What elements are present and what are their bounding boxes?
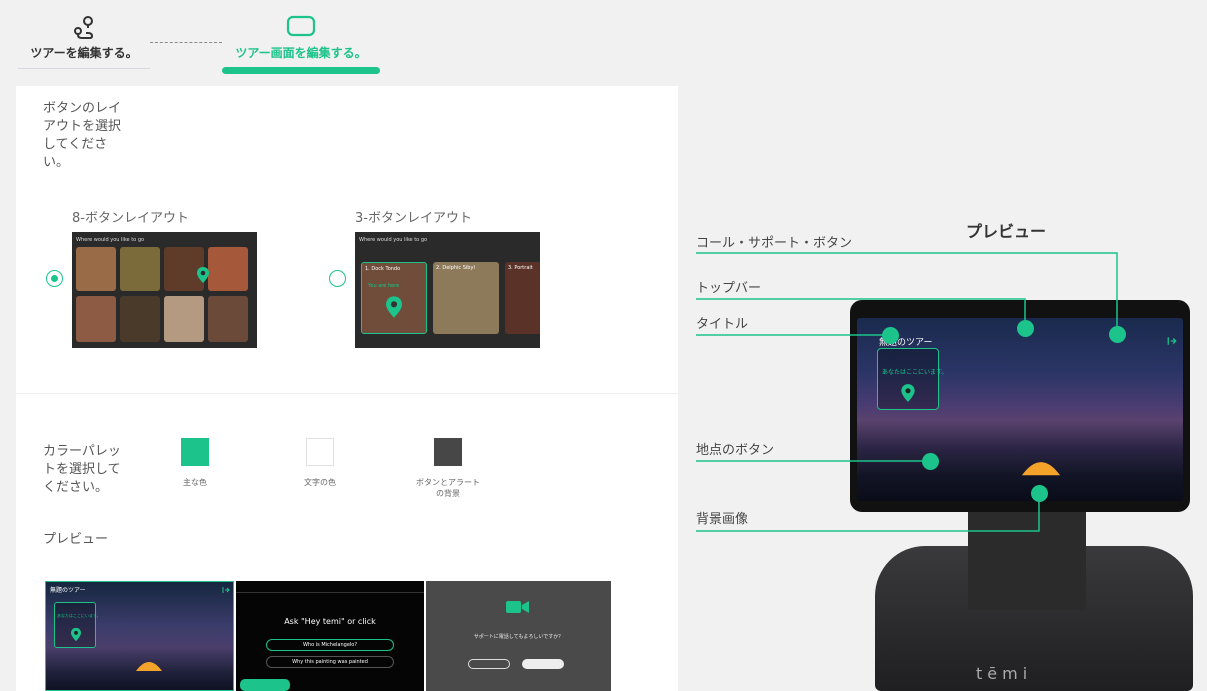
tab-bar: ツアーを編集する。 ツアー画面を編集する。 bbox=[0, 0, 1207, 90]
primary-color-swatch[interactable] bbox=[181, 438, 209, 466]
location-pin-icon bbox=[386, 296, 402, 318]
tent-icon bbox=[1021, 462, 1061, 476]
painting-card bbox=[208, 247, 248, 291]
painting-card bbox=[120, 247, 160, 291]
tab-edit-tour[interactable]: ツアーを編集する。 bbox=[18, 12, 150, 70]
thumbnail-header: Where would you like to go bbox=[359, 237, 428, 243]
callout-top-bar: トップバー bbox=[696, 281, 762, 296]
painting-card bbox=[120, 296, 160, 342]
screen-location-card: あなたはここにいます。 bbox=[877, 348, 947, 410]
layout-8-thumbnail[interactable]: Where would you like to go bbox=[72, 232, 257, 348]
preview-section-title: プレビュー bbox=[43, 532, 109, 547]
video-call-icon bbox=[506, 601, 529, 613]
preview-thumbnail-main[interactable]: 無題のツアー あなたはここにいます。 bbox=[45, 581, 234, 691]
layout-3-radio[interactable] bbox=[329, 270, 346, 287]
exit-icon bbox=[1167, 337, 1177, 345]
painting-card: 3. Portrait bbox=[505, 262, 540, 334]
location-card: あなたはここにいます。 bbox=[54, 602, 101, 648]
layout-8-radio[interactable] bbox=[46, 270, 63, 287]
location-pin-icon bbox=[197, 267, 209, 283]
label-line: の背景 bbox=[436, 489, 460, 498]
callout-location-button: 地点のボタン bbox=[696, 443, 775, 458]
settings-panel: ボタンのレイ アウトを選択 してくださ い。 8-ボタンレイアウト Where … bbox=[16, 86, 678, 691]
robot-screen: 無題のツアー あなたはここにいます。 bbox=[857, 318, 1183, 501]
question-pill[interactable]: Why this painting was painted bbox=[266, 656, 394, 668]
voice-prompt: Ask "Hey temi" or click bbox=[284, 617, 376, 626]
painting-card bbox=[76, 296, 116, 342]
tab-edit-tour-label: ツアーを編集する。 bbox=[30, 46, 138, 60]
layout-title-line: ボタンのレイ bbox=[43, 101, 122, 116]
preview-thumbnail-call[interactable]: サポートに電話してもよろしいですか？ bbox=[426, 581, 611, 691]
text-color-label: 文字の色 bbox=[304, 478, 336, 487]
palette-title-line: トを選択して bbox=[43, 462, 121, 477]
painting-card bbox=[76, 247, 116, 291]
title-marker bbox=[882, 327, 899, 344]
location-pin-icon bbox=[901, 384, 915, 402]
callout-call-support: コール・サポート・ボタン bbox=[696, 236, 853, 251]
card-title: 2. Delphic Sibyl bbox=[436, 265, 475, 271]
question-pill[interactable]: Who is Michelangelo? bbox=[266, 639, 394, 651]
background-color-label: ボタンとアラート の背景 bbox=[398, 477, 498, 499]
exit-icon bbox=[222, 587, 230, 593]
robot-neck bbox=[968, 510, 1086, 610]
preview-tour-title: 無題のツアー bbox=[50, 587, 86, 594]
location-button-marker bbox=[922, 453, 939, 470]
you-are-here-text: あなたはここにいます。 bbox=[882, 369, 948, 376]
palette-title-line: カラーパレッ bbox=[43, 444, 121, 459]
tab-edit-tour-screen[interactable]: ツアー画面を編集する。 bbox=[222, 12, 380, 76]
screen-icon bbox=[286, 15, 316, 37]
call-question: サポートに電話してもよろしいですか？ bbox=[473, 634, 564, 640]
action-chip[interactable] bbox=[240, 679, 290, 691]
section-divider bbox=[16, 393, 678, 394]
card-title: 3. Portrait bbox=[508, 265, 533, 271]
ok-button[interactable] bbox=[522, 659, 564, 669]
layout-title-line: アウトを選択 bbox=[43, 119, 122, 134]
step-connector bbox=[150, 42, 222, 43]
preview-thumbnail-voice[interactable]: Ask "Hey temi" or click Who is Michelang… bbox=[236, 581, 424, 691]
active-tab-indicator bbox=[222, 67, 380, 74]
background-color-swatch[interactable] bbox=[434, 438, 462, 466]
call-support-marker bbox=[1109, 326, 1126, 343]
text-color-swatch[interactable] bbox=[306, 438, 334, 466]
you-are-here-text: あなたはここにいます。 bbox=[57, 613, 101, 618]
thumbnail-header: Where would you like to go bbox=[76, 237, 145, 243]
primary-color-label: 主な色 bbox=[183, 478, 207, 487]
painting-card-selected: 1. Dock Tondo You are here bbox=[361, 262, 427, 334]
painting-card: 2. Delphic Sibyl bbox=[433, 262, 499, 334]
layout-3-label: 3-ボタンレイアウト bbox=[355, 211, 472, 226]
device-preview-title: プレビュー bbox=[966, 222, 1047, 241]
route-icon bbox=[74, 16, 94, 39]
location-pin-icon bbox=[71, 627, 81, 642]
label-line: ボタンとアラート bbox=[416, 478, 480, 487]
you-are-here-text: You are here bbox=[368, 283, 400, 289]
layout-title-line: してくださ bbox=[43, 137, 108, 152]
palette-section-title: カラーパレッ トを選択して ください。 bbox=[43, 443, 138, 497]
tab-edit-tour-screen-label: ツアー画面を編集する。 bbox=[235, 46, 367, 60]
layout-section-title: ボタンのレイ アウトを選択 してくださ い。 bbox=[43, 100, 138, 172]
cancel-button[interactable] bbox=[468, 659, 510, 669]
layout-title-line: い。 bbox=[43, 155, 70, 170]
tab-line bbox=[18, 68, 150, 69]
callout-background-image: 背景画像 bbox=[696, 512, 749, 527]
top-bar-marker bbox=[1017, 320, 1034, 337]
mini-top-bar bbox=[236, 581, 424, 593]
painting-card bbox=[164, 296, 204, 342]
painting-card bbox=[208, 296, 248, 342]
temi-logo: tēmi bbox=[976, 664, 1033, 683]
layout-8-label: 8-ボタンレイアウト bbox=[72, 211, 189, 226]
layout-3-thumbnail[interactable]: Where would you like to go 1. Dock Tondo… bbox=[355, 232, 540, 348]
palette-title-line: ください。 bbox=[43, 480, 109, 495]
callout-title: タイトル bbox=[696, 317, 749, 332]
card-title: 1. Dock Tondo bbox=[365, 266, 401, 272]
tent-icon bbox=[136, 662, 162, 671]
background-image-marker bbox=[1031, 485, 1048, 502]
